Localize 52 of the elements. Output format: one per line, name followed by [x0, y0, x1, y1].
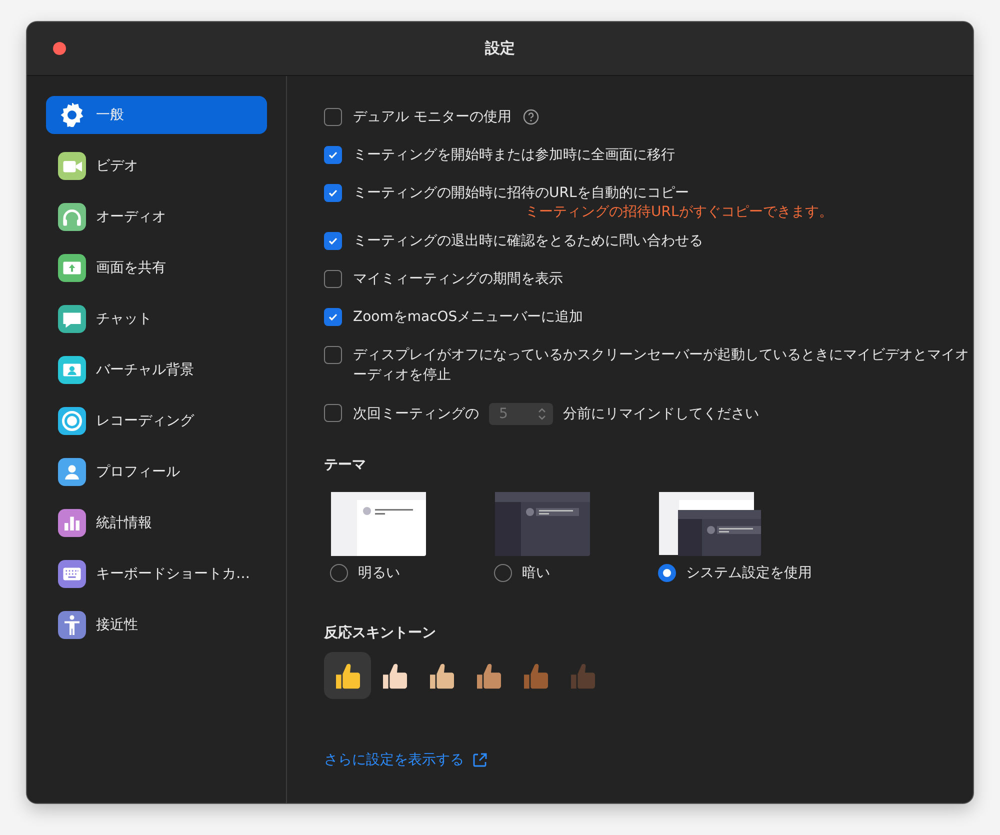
radio-button[interactable] — [658, 564, 676, 582]
setting-label: 分前にリマインドしてください — [563, 405, 759, 424]
close-button[interactable] — [53, 42, 66, 55]
checkmark-icon — [327, 235, 339, 247]
sidebar-item[interactable]: 画面を共有 — [46, 249, 267, 287]
sidebar-item[interactable]: ビデオ — [46, 147, 267, 185]
theme-label: 明るい — [358, 564, 400, 582]
section-heading: 反応スキントーン — [324, 624, 437, 642]
sidebar-item[interactable]: 一般 — [46, 96, 267, 134]
checkbox[interactable] — [324, 346, 342, 364]
radio-button[interactable] — [330, 564, 348, 582]
checkbox[interactable] — [324, 232, 342, 250]
setting-label: ディスプレイがオフになっているかスクリーンセーバーが起動しているときにマイビデオとマイオーディオを停止 — [353, 346, 969, 385]
checkbox[interactable] — [324, 270, 342, 288]
checkbox[interactable] — [324, 108, 342, 126]
setting-label: ミーティングを開始時または参加時に全画面に移行 — [353, 146, 675, 165]
sidebar-item[interactable]: バーチャル背景 — [46, 351, 267, 389]
checkmark-icon — [327, 149, 339, 161]
checkmark-icon — [327, 311, 339, 323]
checkbox[interactable] — [324, 308, 342, 326]
section-heading: テーマ — [324, 456, 367, 474]
theme-label: システム設定を使用 — [686, 564, 812, 582]
system-theme-preview[interactable] — [659, 492, 761, 556]
checkbox[interactable] — [324, 184, 342, 202]
sidebar-item[interactable]: キーボードショートカ… — [46, 555, 267, 593]
skin-tone-button[interactable] — [324, 652, 371, 699]
sidebar-item[interactable]: 接近性 — [46, 606, 267, 644]
radio-button[interactable] — [494, 564, 512, 582]
sidebar-item[interactable]: 統計情報 — [46, 504, 267, 542]
setting-label: ミーティングの開始時に招待のURLを自動的にコピー — [353, 184, 690, 203]
help-icon[interactable] — [523, 109, 540, 125]
setting-label: 次回ミーティングの — [353, 405, 479, 424]
window-title: 設定 — [485, 39, 515, 58]
setting-label: デュアル モニターの使用 — [353, 108, 512, 127]
gear-icon — [60, 103, 84, 127]
hint-text: ミーティングの招待URLがすぐコピーできます。 — [525, 203, 833, 221]
sidebar-item[interactable]: レコーディング — [46, 402, 267, 440]
external-link-icon — [472, 752, 488, 768]
checkbox[interactable] — [324, 146, 342, 164]
theme-label: 暗い — [522, 564, 550, 582]
sidebar-item[interactable]: プロフィール — [46, 453, 267, 491]
sidebar-item[interactable]: チャット — [46, 300, 267, 338]
more-settings-link[interactable]: さらに設定を表示する — [324, 751, 969, 769]
sidebar-item[interactable]: オーディオ — [46, 198, 267, 236]
setting-label: ZoomをmacOSメニューバーに追加 — [353, 308, 584, 327]
person-icon — [62, 462, 82, 482]
setting-label: ミーティングの退出時に確認をとるために問い合わせる — [353, 232, 703, 251]
accessibility-icon — [62, 615, 82, 635]
checkmark-icon — [327, 187, 339, 199]
record-icon — [62, 411, 82, 431]
setting-label: マイミィーティングの期間を表示 — [353, 270, 563, 289]
headphones-icon — [62, 207, 82, 227]
